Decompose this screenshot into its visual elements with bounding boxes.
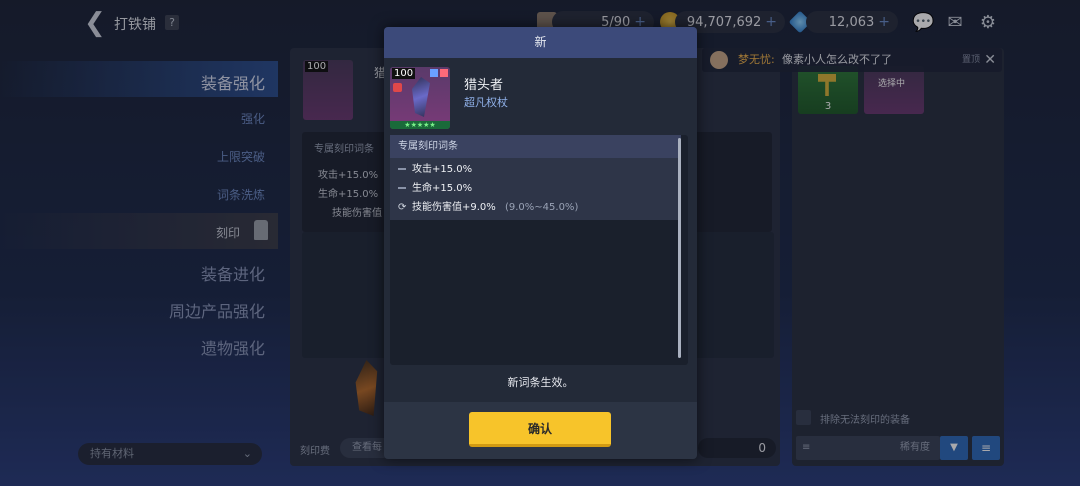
attribute-row: 攻击+15.0%	[398, 162, 472, 178]
rarity-stars: ★★★★★	[390, 121, 450, 129]
refresh-icon: ⟳	[398, 202, 407, 213]
item-type: 超凡权杖	[464, 96, 508, 109]
attribute-row: 生命+15.0%	[398, 181, 472, 197]
scrollbar[interactable]	[678, 138, 681, 358]
dialog-footer: 确认	[384, 402, 697, 459]
dialog-title: 新	[384, 27, 697, 58]
scepter-art-icon	[412, 77, 430, 117]
attribute-text: 攻击+15.0%	[412, 164, 473, 175]
attribute-text: 生命+15.0%	[412, 183, 473, 194]
new-attribute-dialog: 新 100 ★★★★★ 猎头者 超凡权杖 专属刻印词条 攻击+15.0% 生命+…	[384, 27, 697, 459]
attribute-box: 专属刻印词条 攻击+15.0% 生命+15.0% ⟳ 技能伤害值+9.0% (9.…	[390, 135, 688, 365]
confirm-button[interactable]: 确认	[469, 412, 611, 447]
lock-icon	[393, 83, 402, 92]
badge-icon-red	[440, 69, 448, 77]
badge-icons	[430, 69, 438, 77]
status-message: 新词条生效。	[507, 376, 574, 389]
attribute-list: 攻击+15.0% 生命+15.0% ⟳ 技能伤害值+9.0% (9.0%~45.0…	[390, 158, 681, 220]
dash-icon	[398, 187, 406, 189]
dash-icon	[398, 168, 406, 170]
attribute-range: (9.0%~45.0%)	[504, 202, 579, 213]
item-level: 100	[392, 68, 416, 79]
item-name: 猎头者	[464, 78, 504, 93]
item-thumbnail: 100 ★★★★★	[390, 67, 450, 129]
attribute-text: 技能伤害值+9.0%	[412, 202, 496, 213]
attribute-header: 专属刻印词条	[390, 135, 681, 158]
attribute-row: ⟳ 技能伤害值+9.0% (9.0%~45.0%)	[398, 200, 578, 216]
